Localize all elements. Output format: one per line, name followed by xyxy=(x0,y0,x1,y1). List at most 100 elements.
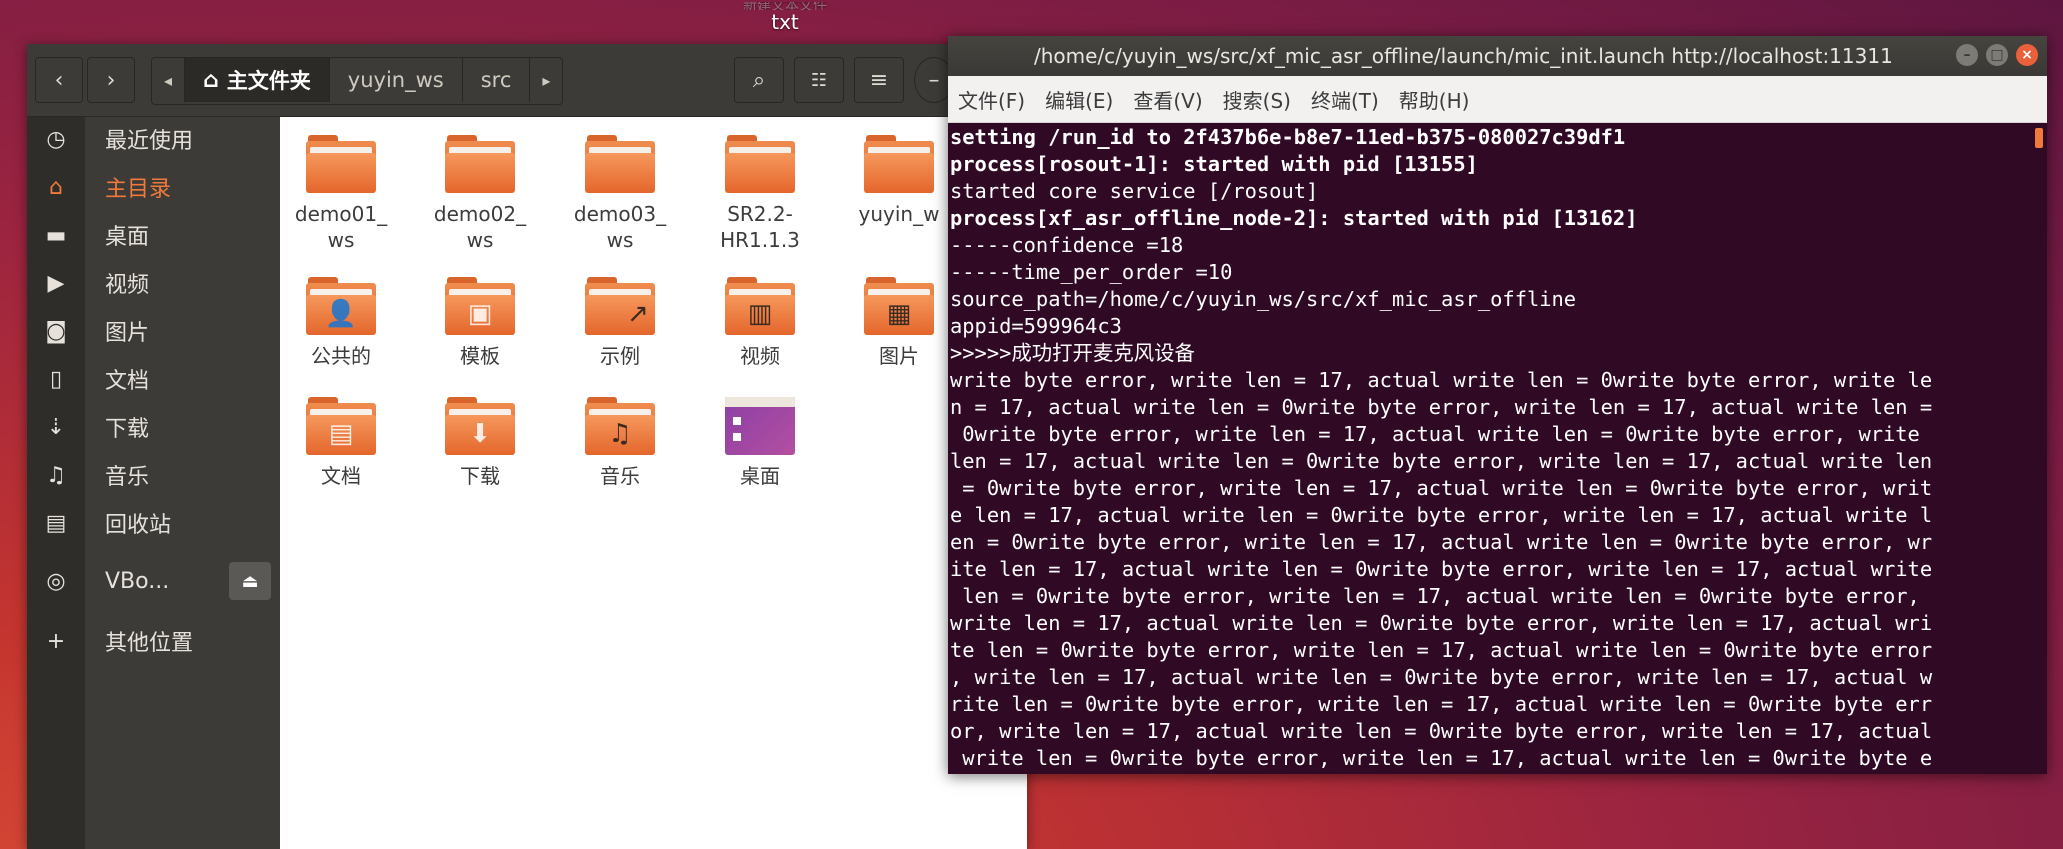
folder-item-templates[interactable]: ▣ 模板 xyxy=(420,277,540,369)
breadcrumb-yuyin-ws[interactable]: yuyin_ws xyxy=(329,58,463,102)
sidebar-item-recent[interactable]: ◷ 最近使用 xyxy=(27,117,280,161)
terminal-line: setting /run_id to 2f437b6e-b8e7-11ed-b3… xyxy=(950,125,1626,149)
terminal-line: 0write byte error, write len = 17, actua… xyxy=(950,422,1920,446)
desktop-item[interactable]: 桌面 xyxy=(700,397,820,489)
clock-icon: ◷ xyxy=(46,126,66,152)
terminal-line: or, write len = 17, actual write len = 0… xyxy=(950,719,1933,743)
folder-item[interactable]: yuyin_w xyxy=(839,135,959,227)
folder-item[interactable]: SR2.2- HR1.1.3 xyxy=(700,135,820,253)
folder-item[interactable]: demo03_ ws xyxy=(560,135,680,253)
folder-item-examples[interactable]: ↗ 示例 xyxy=(560,277,680,369)
sidebar: ◷ 最近使用 ⌂ 主目录 ▬ 桌面 ▶ 视频 ◙ 图片 ▯ 文档 ⇣ 下载 ♫ 音乐 ▤ 回收站 … xyxy=(27,117,280,849)
folder-item-public[interactable]: 👤 公共的 xyxy=(281,277,401,369)
sidebar-item-desktop[interactable]: ▬ 桌面 xyxy=(27,213,280,257)
folder-icon xyxy=(585,135,655,193)
menu-terminal[interactable]: 终端(T) xyxy=(1311,85,1379,114)
terminal-line: started core service [/rosout] xyxy=(950,179,1319,203)
breadcrumb-home[interactable]: ⌂ 主文件夹 xyxy=(185,58,330,102)
disc-icon: ◎ xyxy=(46,568,66,594)
video-icon: ▶ xyxy=(47,270,65,296)
sidebar-item-music[interactable]: ♫ 音乐 xyxy=(27,453,280,497)
menu-edit[interactable]: 编辑(E) xyxy=(1045,85,1113,114)
minimize-icon: – xyxy=(1963,47,1971,63)
shortcut-arrow-icon: ↗ xyxy=(627,299,649,329)
sidebar-item-videos[interactable]: ▶ 视频 xyxy=(27,261,280,305)
forward-button[interactable]: › xyxy=(87,57,135,103)
terminal-line: te len = 0write byte error, write len = … xyxy=(950,638,1933,662)
item-label: yuyin_w xyxy=(858,202,940,226)
folder-item-downloads[interactable]: ⬇ 下载 xyxy=(420,397,540,489)
terminal-output[interactable]: setting /run_id to 2f437b6e-b8e7-11ed-b3… xyxy=(950,124,2030,772)
sidebar-item-pictures[interactable]: ◙ 图片 xyxy=(27,309,280,353)
terminal-minimize-button[interactable]: – xyxy=(1956,44,1978,66)
sidebar-item-home[interactable]: ⌂ 主目录 xyxy=(27,165,280,209)
menu-view[interactable]: 查看(V) xyxy=(1133,85,1202,114)
item-label: 桌面 xyxy=(740,464,780,488)
menu-search[interactable]: 搜索(S) xyxy=(1223,85,1291,114)
file-manager-window: ‹ › ◂ ⌂ 主文件夹 yuyin_ws src ▸ ⌕ ☷ ≡ – ◷ 最近使… xyxy=(27,44,1027,849)
item-label: 文档 xyxy=(321,464,361,488)
view-toggle-button[interactable]: ☷ xyxy=(794,57,844,103)
camera-icon: ◙ xyxy=(45,318,67,344)
breadcrumb-src[interactable]: src xyxy=(462,58,531,102)
terminal-titlebar[interactable]: /home/c/yuyin_ws/src/xf_mic_asr_offline/… xyxy=(948,36,2047,76)
sidebar-item-label: 最近使用 xyxy=(105,129,194,154)
menu-help[interactable]: 帮助(H) xyxy=(1399,85,1470,114)
terminal-line: len = 0write byte error, write len = 17,… xyxy=(950,584,1920,608)
desktop-file-label[interactable]: 新建文本文件 txt xyxy=(735,2,835,34)
folder-pictures-icon: ▦ xyxy=(864,277,934,335)
folder-item-music[interactable]: ♫ 音乐 xyxy=(560,397,680,489)
folder-item-videos[interactable]: ▥ 视频 xyxy=(700,277,820,369)
sidebar-item-other-locations[interactable]: + 其他位置 xyxy=(27,619,280,663)
hamburger-menu-icon: ≡ xyxy=(869,67,889,93)
desktop-folder-icon xyxy=(725,397,795,455)
terminal-line: write len = 0write byte error, write len… xyxy=(950,746,1933,770)
breadcrumb-home-label: 主文件夹 xyxy=(226,69,311,93)
terminal-line: e len = 17, actual write len = 0write by… xyxy=(950,503,1933,527)
back-button[interactable]: ‹ xyxy=(35,57,83,103)
path-scroll-left-button[interactable]: ◂ xyxy=(152,58,186,102)
folder-videos-icon: ▥ xyxy=(725,277,795,335)
eject-button[interactable]: ⏏ xyxy=(229,562,271,600)
terminal-line: = 0write byte error, write len = 17, act… xyxy=(950,476,1933,500)
folder-examples-icon: ↗ xyxy=(585,277,655,335)
sidebar-item-label: 其他位置 xyxy=(105,631,194,656)
terminal-line: rite len = 0write byte error, write len … xyxy=(950,692,1933,716)
breadcrumb-label: src xyxy=(480,68,512,92)
sidebar-item-documents[interactable]: ▯ 文档 xyxy=(27,357,280,401)
folder-documents-icon: ▤ xyxy=(306,397,376,455)
terminal-maximize-button[interactable]: □ xyxy=(1986,44,2008,66)
terminal-line: -----confidence =18 xyxy=(950,233,1184,257)
item-label: 示例 xyxy=(600,344,640,368)
folder-icon xyxy=(445,135,515,193)
folder-templates-icon: ▣ xyxy=(445,277,515,335)
terminal-scrollbar[interactable] xyxy=(2035,128,2043,148)
item-label: 模板 xyxy=(460,344,500,368)
terminal-line: appid=599964c3 xyxy=(950,314,1122,338)
menu-file[interactable]: 文件(F) xyxy=(958,85,1025,114)
folder-item-documents[interactable]: ▤ 文档 xyxy=(281,397,401,489)
path-scroll-right-button[interactable]: ▸ xyxy=(530,58,563,102)
folder-item[interactable]: demo02_ ws xyxy=(420,135,540,253)
document-icon: ▯ xyxy=(49,366,63,392)
folder-item-pictures[interactable]: ▦ 图片 xyxy=(839,277,959,369)
trash-icon: ▤ xyxy=(45,510,67,536)
item-label: 音乐 xyxy=(600,464,640,488)
folder-item[interactable]: demo01_ ws xyxy=(281,135,401,253)
terminal-line: -----time_per_order =10 xyxy=(950,260,1233,284)
sidebar-item-trash[interactable]: ▤ 回收站 xyxy=(27,501,280,545)
film-icon: ▥ xyxy=(747,299,773,329)
terminal-close-button[interactable]: × xyxy=(2016,44,2038,66)
list-view-icon: ☷ xyxy=(810,69,828,91)
search-button[interactable]: ⌕ xyxy=(734,57,784,103)
chevron-left-icon: ‹ xyxy=(54,67,64,93)
sidebar-item-downloads[interactable]: ⇣ 下载 xyxy=(27,405,280,449)
triangle-left-icon: ◂ xyxy=(164,70,173,90)
terminal-line: process[xf_asr_offline_node-2]: started … xyxy=(950,206,1638,230)
terminal-line: n = 17, actual write len = 0write byte e… xyxy=(950,395,1933,419)
plus-icon: + xyxy=(46,628,66,654)
terminal-line: write len = 17, actual write len = 0writ… xyxy=(950,611,1933,635)
menu-button[interactable]: ≡ xyxy=(854,57,904,103)
sidebar-item-label: 视频 xyxy=(105,273,150,298)
file-view: demo01_ ws demo02_ ws demo03_ ws SR2.2- … xyxy=(281,117,1027,849)
